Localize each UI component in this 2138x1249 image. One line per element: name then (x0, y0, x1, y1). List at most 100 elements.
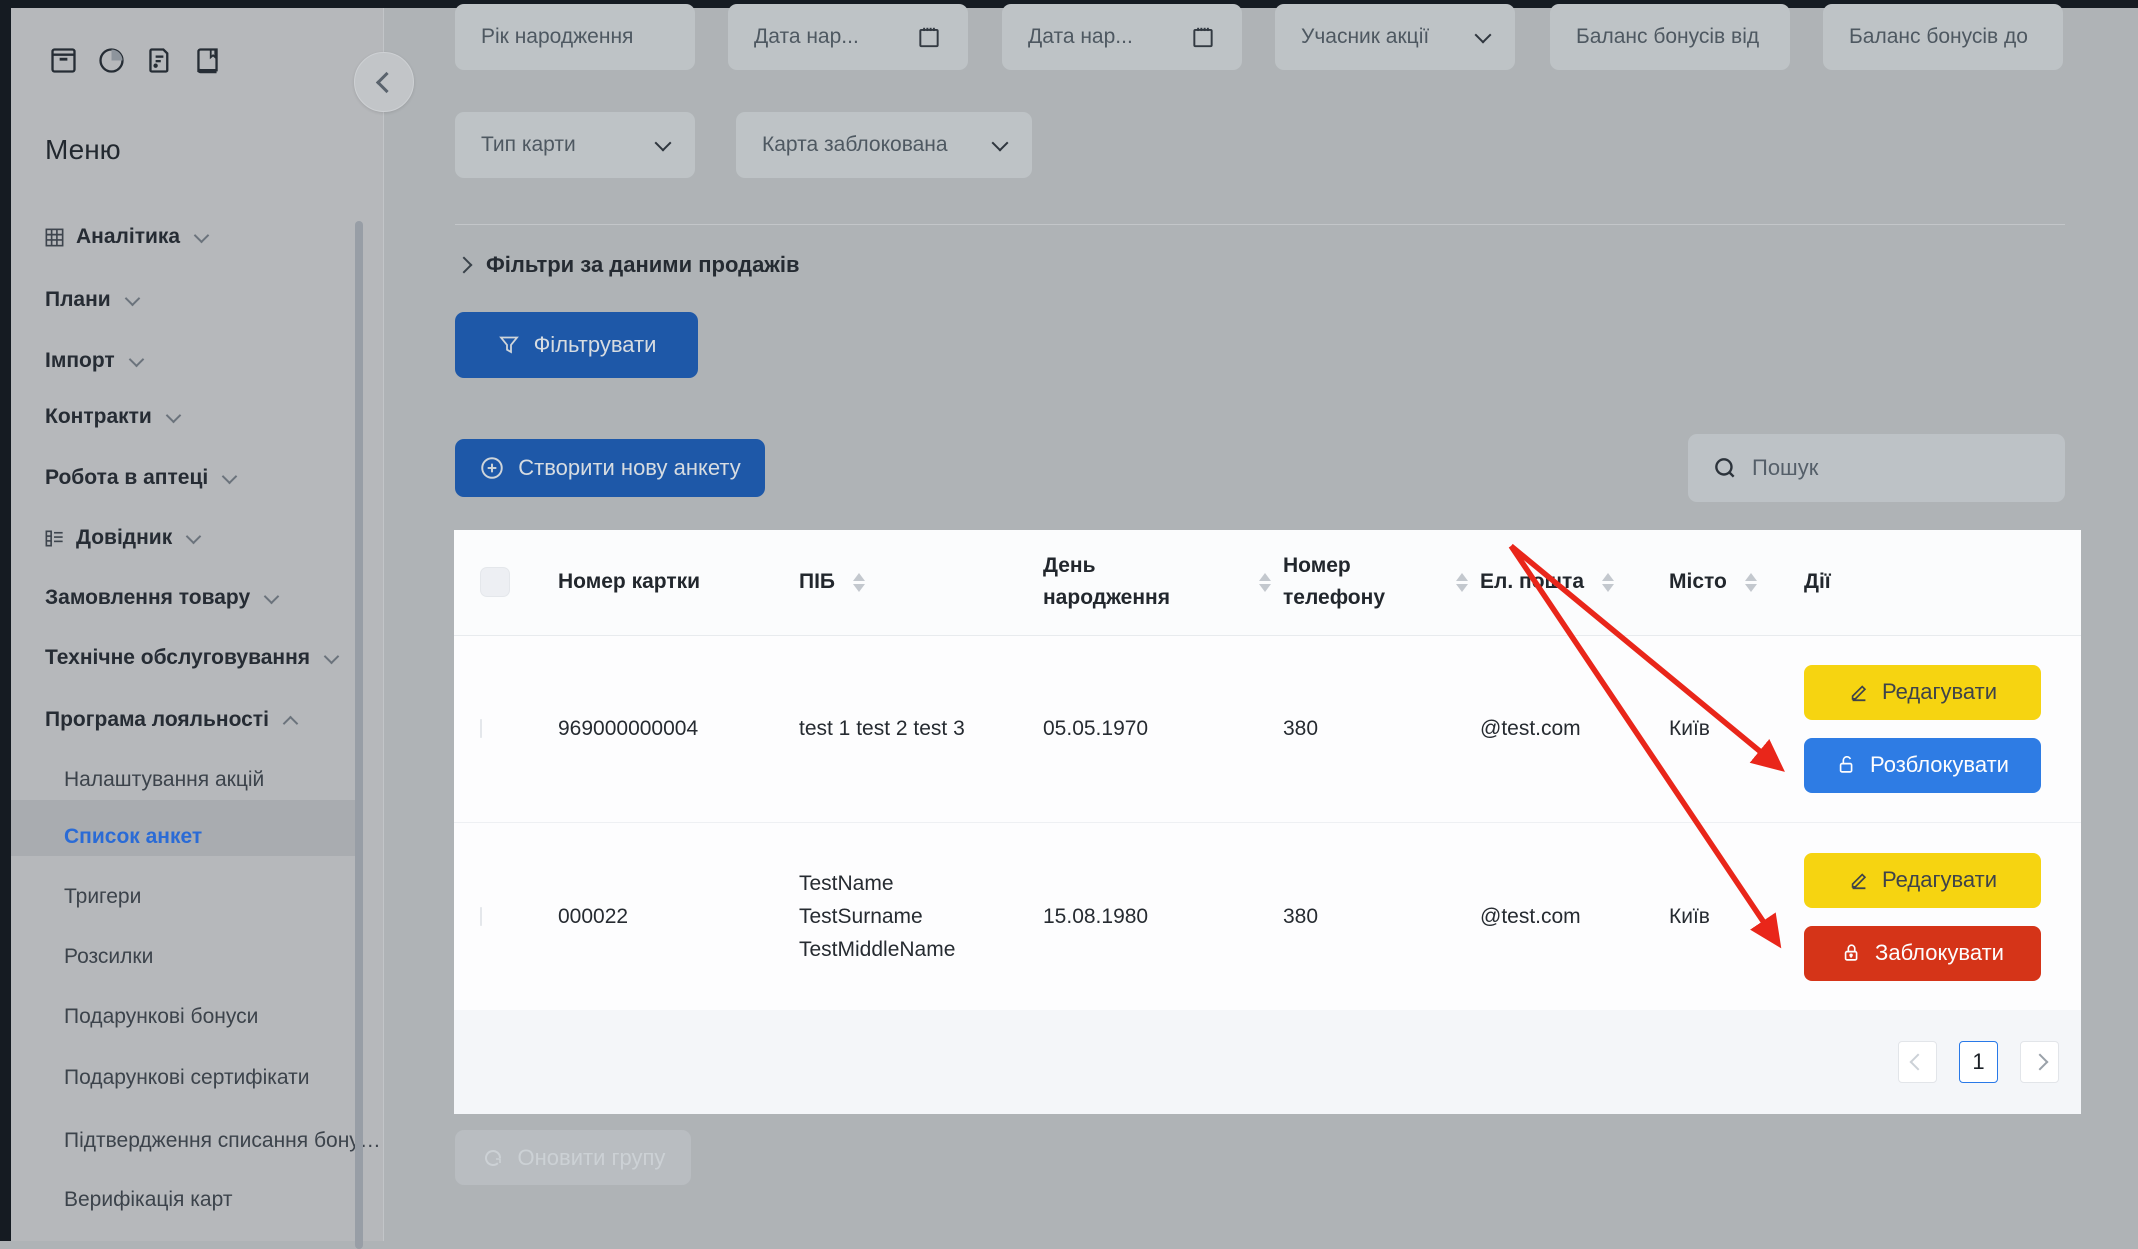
pagination-page-1[interactable]: 1 (1959, 1041, 1998, 1083)
update-group-label: Оновити групу (518, 1145, 666, 1171)
sidebar-item-label: Технічне обслуговування (45, 646, 310, 670)
document-icon[interactable] (144, 45, 175, 76)
filter-bonus-balance-from[interactable]: Баланс бонусів від (1550, 4, 1790, 70)
edit-label: Редагувати (1882, 867, 1997, 893)
sort-icon[interactable] (853, 573, 865, 592)
filter-label: Баланс бонусів до (1849, 25, 2028, 49)
search-icon (1712, 455, 1738, 481)
archive-icon[interactable] (48, 45, 79, 76)
col-header-dob[interactable]: День народження (1043, 550, 1283, 615)
sidebar-item-robota-v-aptetsi[interactable]: Робота в аптеці (45, 466, 235, 490)
calendar-icon (916, 24, 942, 50)
search-input[interactable]: Пошук (1688, 434, 2065, 502)
chevron-down-icon (128, 351, 144, 367)
sidebar-item-kontrakty[interactable]: Контракти (45, 405, 179, 429)
sidebar-item-label: Довідник (76, 526, 172, 550)
book-icon[interactable] (192, 45, 223, 76)
chevron-down-icon (194, 227, 210, 243)
header-label: Місто (1669, 570, 1727, 594)
sidebar-item-analitika[interactable]: Аналітика (43, 225, 207, 249)
sidebar-subitem-podarunkovi-bonusy[interactable]: Подарункові бонуси (64, 1005, 258, 1029)
filter-promo-participant[interactable]: Учасник акції (1275, 4, 1515, 70)
plus-circle-icon (479, 455, 505, 481)
table-header-row: Номер картки ПІБ День народження Номер т… (454, 530, 2081, 636)
sort-icon[interactable] (1456, 573, 1468, 592)
header-label: ПІБ (799, 570, 835, 594)
select-all-checkbox[interactable] (480, 567, 510, 597)
sidebar-item-dovidnyk[interactable]: Довідник (43, 526, 199, 550)
filter-birth-year[interactable]: Рік народження (455, 4, 695, 70)
edit-label: Редагувати (1882, 679, 1997, 705)
row-checkbox[interactable] (480, 719, 482, 738)
col-header-card-number[interactable]: Номер картки (558, 570, 799, 594)
pagination-prev-button[interactable] (1898, 1041, 1937, 1083)
sidebar-item-plany[interactable]: Плани (45, 288, 138, 312)
sidebar-item-prohrama-loyalnosti[interactable]: Програма лояльності (45, 708, 296, 732)
sidebar-item-zamovlennya-tovaru[interactable]: Замовлення товару (45, 586, 277, 610)
pencil-icon (1848, 681, 1870, 703)
header-label: Дії (1804, 570, 1831, 594)
sort-icon[interactable] (1745, 573, 1757, 592)
filter-card-blocked[interactable]: Карта заблокована (736, 112, 1032, 178)
chevron-down-icon (992, 134, 1009, 151)
sort-icon[interactable] (1259, 573, 1271, 592)
sidebar-subitem-rozsylky[interactable]: Розсилки (64, 945, 153, 969)
cell-phone: 380 (1283, 712, 1480, 745)
chevron-down-icon (222, 468, 238, 484)
filter-button[interactable]: Фільтрувати (455, 312, 698, 378)
chevron-down-icon (186, 528, 202, 544)
create-questionnaire-label: Створити нову анкету (518, 455, 740, 481)
header-label: Номер телефону (1283, 550, 1393, 615)
col-header-name[interactable]: ПІБ (799, 570, 1043, 594)
cell-city: Київ (1669, 900, 1804, 933)
block-button[interactable]: Заблокувати (1804, 926, 2041, 981)
chevron-down-icon (324, 648, 340, 664)
sidebar-collapse-button[interactable] (354, 52, 414, 112)
cell-email: @test.com (1480, 900, 1669, 933)
header-label: День народження (1043, 550, 1173, 615)
grid-icon (43, 226, 66, 249)
cell-dob: 05.05.1970 (1043, 712, 1283, 745)
chevron-right-icon (2031, 1054, 2048, 1071)
sidebar-subitem-pidtverdzhennya-spysannya[interactable]: Підтвердження списання бону… (64, 1129, 381, 1153)
cell-name: test 1 test 2 test 3 (799, 712, 1043, 745)
sidebar-subitem-podarunkovi-sertyfikaty[interactable]: Подарункові сертифікати (64, 1066, 309, 1090)
sidebar-item-import[interactable]: Імпорт (45, 349, 142, 373)
edit-button[interactable]: Редагувати (1804, 853, 2041, 908)
sidebar-item-label: Контракти (45, 405, 152, 429)
create-questionnaire-button[interactable]: Створити нову анкету (455, 439, 765, 497)
chevron-down-icon (1475, 26, 1492, 43)
sidebar: Меню Аналітика Плани Імпорт Контракти Ро… (11, 8, 384, 1241)
col-header-phone[interactable]: Номер телефону (1283, 550, 1480, 615)
col-header-email[interactable]: Ел. пошта (1480, 570, 1669, 594)
header-label: Номер картки (558, 570, 700, 594)
pencil-icon (1848, 869, 1870, 891)
col-header-city[interactable]: Місто (1669, 570, 1804, 594)
pagination-next-button[interactable] (2020, 1041, 2059, 1083)
pie-chart-icon[interactable] (96, 45, 127, 76)
sidebar-item-tekhnichne-obslugovuvannya[interactable]: Технічне обслуговування (45, 646, 337, 670)
refresh-icon (481, 1146, 505, 1170)
sidebar-item-label: Імпорт (45, 349, 115, 373)
search-placeholder: Пошук (1752, 455, 1818, 481)
filter-label: Карта заблокована (762, 133, 948, 157)
filter-bonus-balance-to[interactable]: Баланс бонусів до (1823, 4, 2063, 70)
list-icon (43, 527, 66, 550)
chevron-right-icon (456, 257, 473, 274)
row-checkbox[interactable] (480, 907, 482, 926)
chevron-down-icon (264, 588, 280, 604)
filter-birth-date-from[interactable]: Дата нар... (728, 4, 968, 70)
cell-dob: 15.08.1980 (1043, 900, 1283, 933)
sort-icon[interactable] (1602, 573, 1614, 592)
sidebar-scrollbar[interactable] (355, 221, 363, 1249)
sidebar-subitem-nalashtuvannya-aktsiy[interactable]: Налаштування акцій (64, 768, 264, 792)
filter-birth-date-to[interactable]: Дата нар... (1002, 4, 1242, 70)
sidebar-subitem-spysok-anket[interactable]: Список анкет (64, 825, 202, 849)
edit-button[interactable]: Редагувати (1804, 665, 2041, 720)
sales-filters-toggle[interactable]: Фільтри за даними продажів (458, 252, 800, 278)
update-group-button[interactable]: Оновити групу (455, 1130, 691, 1185)
sidebar-subitem-veryfikatsiya-kart[interactable]: Верифікація карт (64, 1188, 232, 1212)
filter-card-type[interactable]: Тип карти (455, 112, 695, 178)
unblock-button[interactable]: Розблокувати (1804, 738, 2041, 793)
sidebar-subitem-tryhery[interactable]: Тригери (64, 885, 141, 909)
